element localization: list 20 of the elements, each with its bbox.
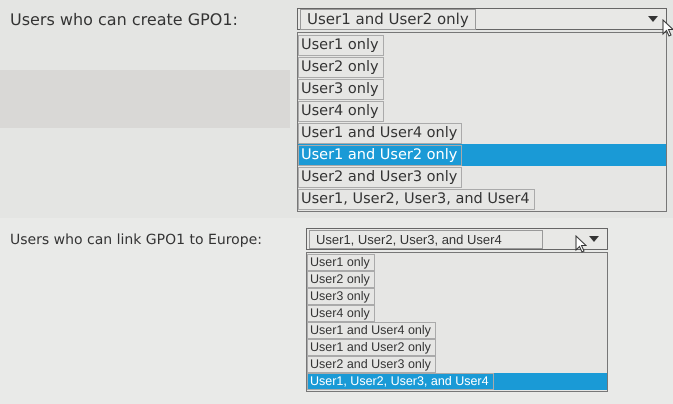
dropdown-option[interactable]: User2 only [298, 56, 666, 78]
dropdown-option[interactable]: User1 only [307, 254, 607, 271]
dropdown-option[interactable]: User3 only [307, 288, 607, 305]
dropdown-option[interactable]: User4 only [307, 305, 607, 322]
dropdown-option[interactable]: User1 and User2 only [307, 339, 607, 356]
dropdown[interactable]: User1, User2, User3, and User4 [306, 228, 608, 250]
cursor-icon [575, 235, 587, 253]
dropdown-option[interactable]: User1 and User4 only [307, 322, 607, 339]
caret-icon [589, 236, 599, 242]
question-label: Users who can create GPO1: [10, 9, 239, 31]
dropdown-option[interactable]: User4 only [298, 100, 666, 122]
question-label: Users who can link GPO1 to Europe: [10, 231, 263, 250]
dropdown-option[interactable]: User2 and User3 only [298, 166, 666, 188]
dropdown-option[interactable]: User1 and User4 only [298, 122, 666, 144]
dropdown-option[interactable]: User3 only [298, 78, 666, 100]
dropdown-option[interactable]: User2 only [307, 271, 607, 288]
cursor-icon [662, 19, 673, 37]
caret-icon [648, 16, 658, 22]
dropdown-option[interactable]: User1 only [298, 34, 666, 56]
dropdown-option[interactable]: User2 and User3 only [307, 356, 607, 373]
